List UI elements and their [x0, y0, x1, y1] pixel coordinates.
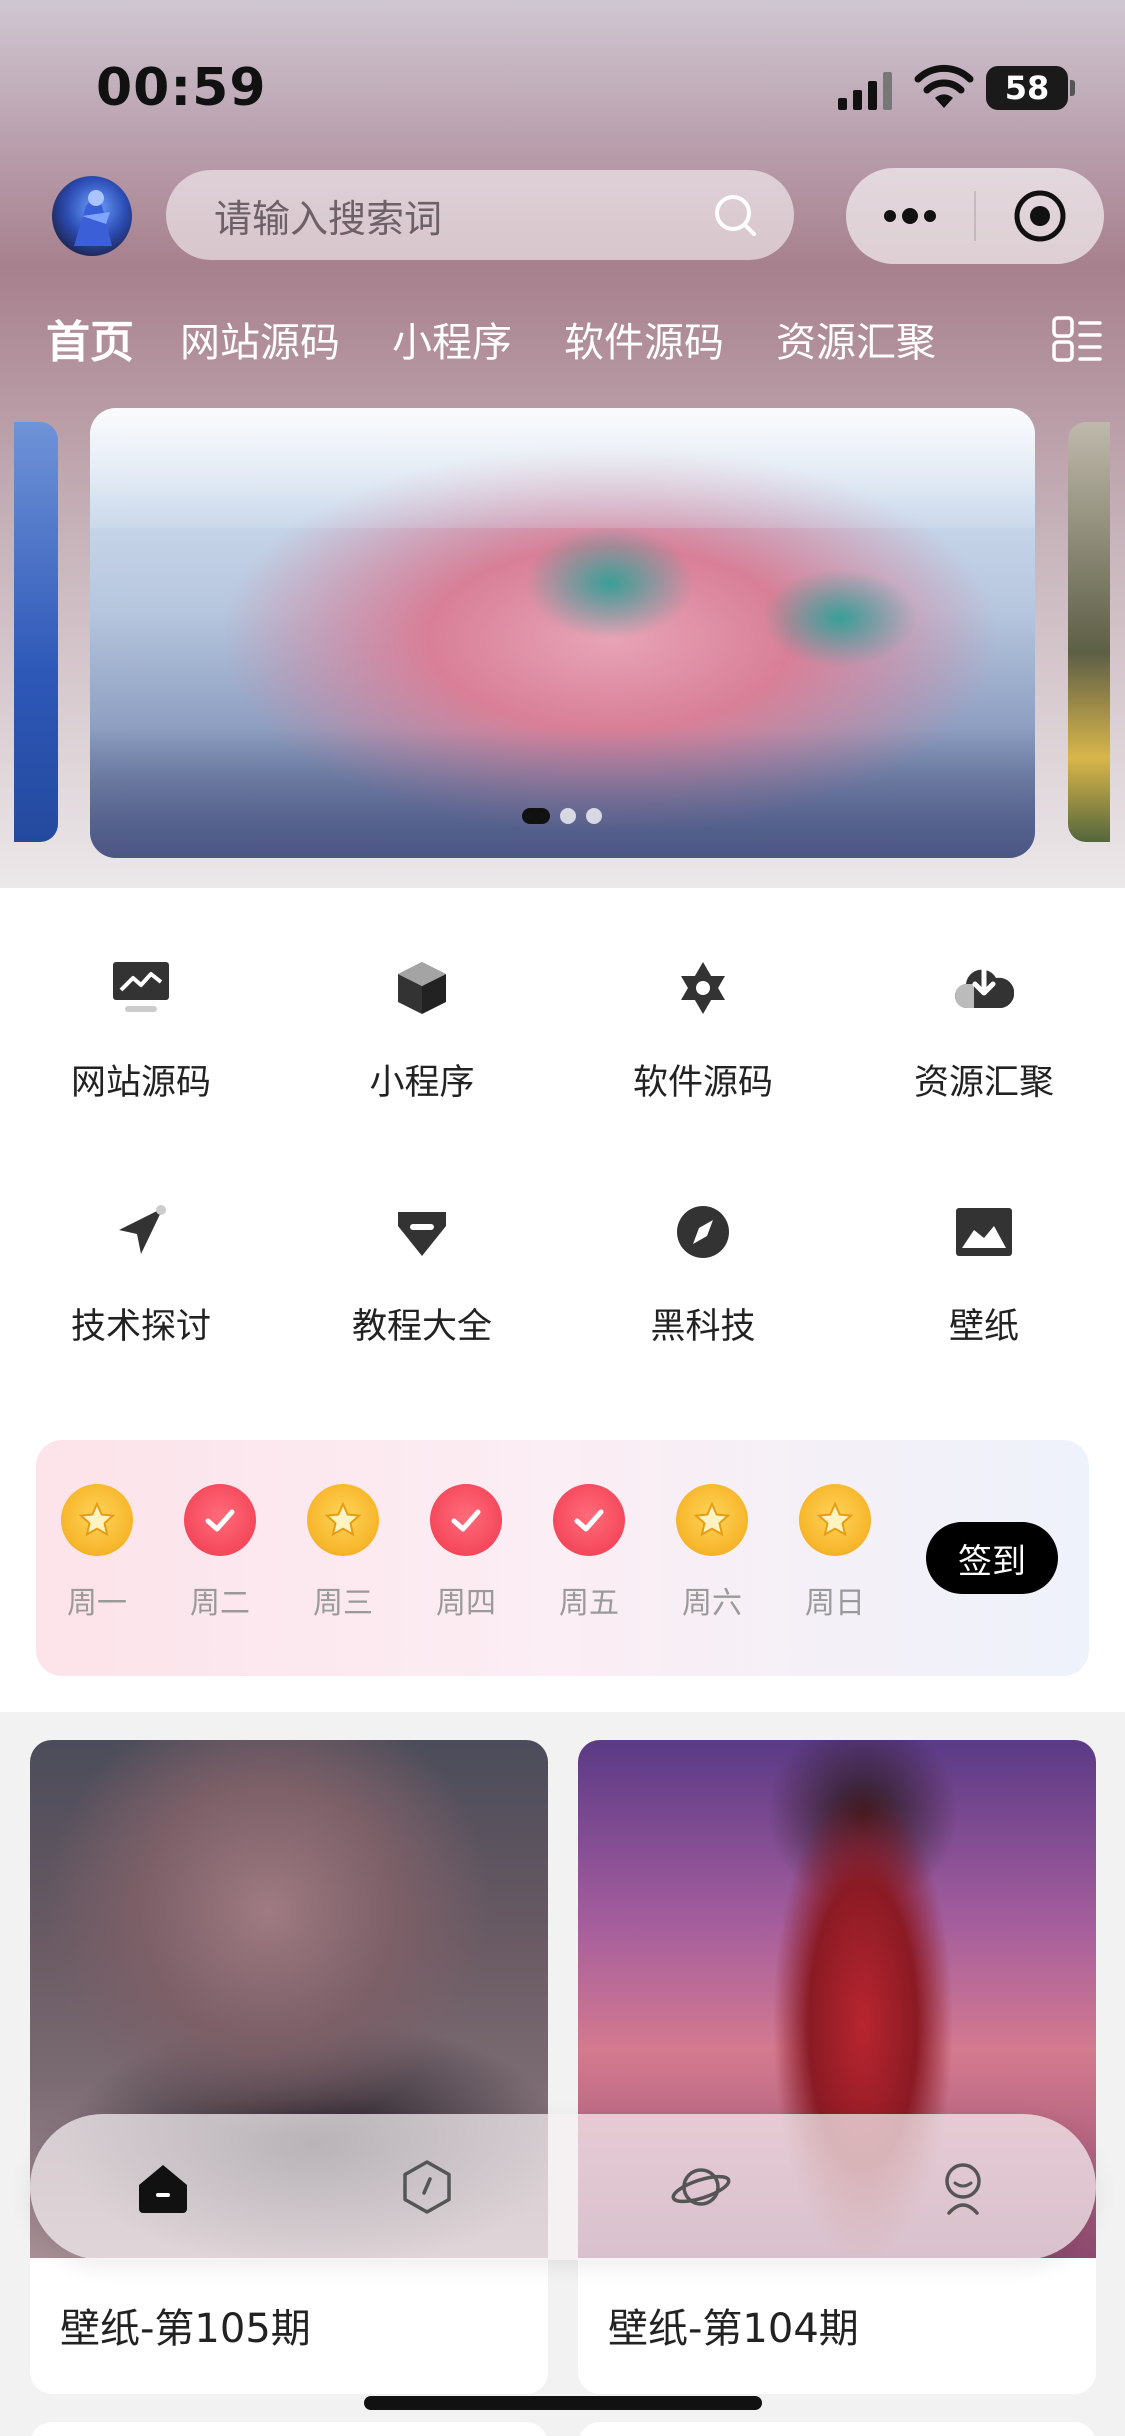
diamond-icon: [398, 1212, 446, 1256]
cellular-signal-icon: [838, 72, 892, 110]
search-bar[interactable]: 请输入搜索词: [166, 170, 794, 260]
close-miniprogram-button[interactable]: [976, 168, 1104, 264]
card-title: 壁纸-第104期: [608, 2306, 859, 2352]
header: 00:59 58 请输入搜索词 首页 网站源码 小程序 软件源码 资源汇聚: [0, 0, 1125, 890]
status-bar: 00:59 58: [0, 0, 1125, 150]
category-label: 网站源码: [70, 1063, 211, 1103]
home-indicator: [364, 2396, 762, 2410]
planet-icon: [671, 2168, 731, 2206]
hero-banner[interactable]: [90, 408, 1035, 858]
day-friday: 周五: [544, 1484, 634, 1622]
cube-icon: [398, 962, 446, 1014]
hexagon-icon: [403, 2160, 451, 2214]
image-icon: [956, 1208, 1012, 1256]
avatar[interactable]: [52, 176, 132, 256]
paper-plane-icon: [119, 1205, 166, 1254]
nav-home[interactable]: [124, 2148, 202, 2226]
banner-water-surface: [90, 408, 1035, 528]
tab-miniprogram[interactable]: 小程序: [392, 310, 512, 368]
check-icon: [553, 1484, 625, 1556]
star-coin-icon: [799, 1484, 871, 1556]
sign-in-button[interactable]: 签到: [926, 1522, 1058, 1594]
day-label: 周二: [190, 1586, 250, 1621]
wallpaper-card[interactable]: 壁纸-第104期: [578, 1740, 1096, 2394]
banner-dot: [586, 808, 602, 824]
day-tuesday: 周二: [175, 1484, 265, 1622]
nav-planet[interactable]: [662, 2148, 740, 2226]
miniprogram-capsule: [846, 168, 1104, 264]
category-label: 壁纸: [948, 1307, 1019, 1347]
category-tabs: 首页 网站源码 小程序 软件源码 资源汇聚: [0, 300, 1125, 380]
star-coin-icon: [307, 1484, 379, 1556]
day-thursday: 周四: [421, 1484, 511, 1622]
more-dots-icon: [884, 208, 936, 224]
banner-next-peek[interactable]: [1068, 422, 1110, 842]
banner-dot: [522, 808, 550, 824]
category-label: 资源汇聚: [913, 1063, 1054, 1103]
search-icon[interactable]: [712, 192, 758, 238]
category-wallpaper[interactable]: 壁纸: [843, 1202, 1125, 1442]
banner-pagination: [522, 808, 602, 824]
category-label: 小程序: [369, 1063, 475, 1103]
avatar-figure-icon: [74, 190, 112, 246]
sign-in-card: 周一 周二 周三 周四 周五 周六 周日 签到: [36, 1440, 1089, 1676]
user-icon: [945, 2163, 981, 2215]
tab-software-source[interactable]: 软件源码: [564, 310, 724, 368]
category-label: 黑科技: [650, 1307, 756, 1347]
star-coin-icon: [61, 1484, 133, 1556]
category-label: 软件源码: [632, 1063, 773, 1103]
monitor-chart-icon: [113, 962, 169, 1012]
next-card-peek: [578, 2422, 1096, 2436]
bottom-tab-bar: [30, 2114, 1096, 2260]
home-icon: [139, 2165, 187, 2213]
category-black-tech[interactable]: 黑科技: [562, 1202, 844, 1442]
day-label: 周一: [67, 1586, 127, 1621]
star-coin-icon: [676, 1484, 748, 1556]
tab-resources[interactable]: 资源汇聚: [776, 310, 936, 368]
all-categories-icon[interactable]: [1052, 314, 1102, 364]
day-monday: 周一: [52, 1484, 142, 1622]
category-label: 教程大全: [351, 1307, 492, 1347]
category-website-source[interactable]: 网站源码: [0, 958, 282, 1198]
hexagram-icon: [681, 962, 725, 1014]
day-label: 周五: [559, 1586, 619, 1621]
category-label: 技术探讨: [70, 1307, 211, 1347]
day-saturday: 周六: [667, 1484, 757, 1622]
status-time: 00:59: [96, 58, 267, 118]
wallpaper-card[interactable]: 壁纸-第105期: [30, 1740, 548, 2394]
card-title: 壁纸-第105期: [60, 2306, 311, 2352]
battery-indicator: 58: [986, 66, 1075, 110]
banner-dot: [560, 808, 576, 824]
day-label: 周六: [682, 1586, 742, 1621]
tab-website-source[interactable]: 网站源码: [180, 310, 340, 368]
tab-home[interactable]: 首页: [46, 306, 134, 370]
cloud-download-icon: [954, 967, 1014, 1009]
check-icon: [184, 1484, 256, 1556]
next-card-peek: [30, 2422, 548, 2436]
target-close-icon: [1014, 190, 1066, 242]
day-wednesday: 周三: [298, 1484, 388, 1622]
category-software-source[interactable]: 软件源码: [562, 958, 844, 1198]
nav-profile[interactable]: [924, 2148, 1002, 2226]
compass-icon: [677, 1206, 729, 1258]
day-label: 周三: [313, 1586, 373, 1621]
check-icon: [430, 1484, 502, 1556]
more-button[interactable]: [846, 168, 974, 264]
banner-prev-peek[interactable]: [14, 422, 58, 842]
day-label: 周日: [805, 1586, 865, 1621]
wifi-icon: [914, 64, 974, 108]
category-miniprogram[interactable]: 小程序: [281, 958, 563, 1198]
category-resources[interactable]: 资源汇聚: [843, 958, 1125, 1198]
category-tech-discussion[interactable]: 技术探讨: [0, 1202, 282, 1442]
search-placeholder: 请输入搜索词: [214, 196, 443, 241]
nav-discover[interactable]: [388, 2148, 466, 2226]
day-label: 周四: [436, 1586, 496, 1621]
category-tutorials[interactable]: 教程大全: [281, 1202, 563, 1442]
day-sunday: 周日: [790, 1484, 880, 1622]
banner-shade: [90, 728, 1035, 858]
